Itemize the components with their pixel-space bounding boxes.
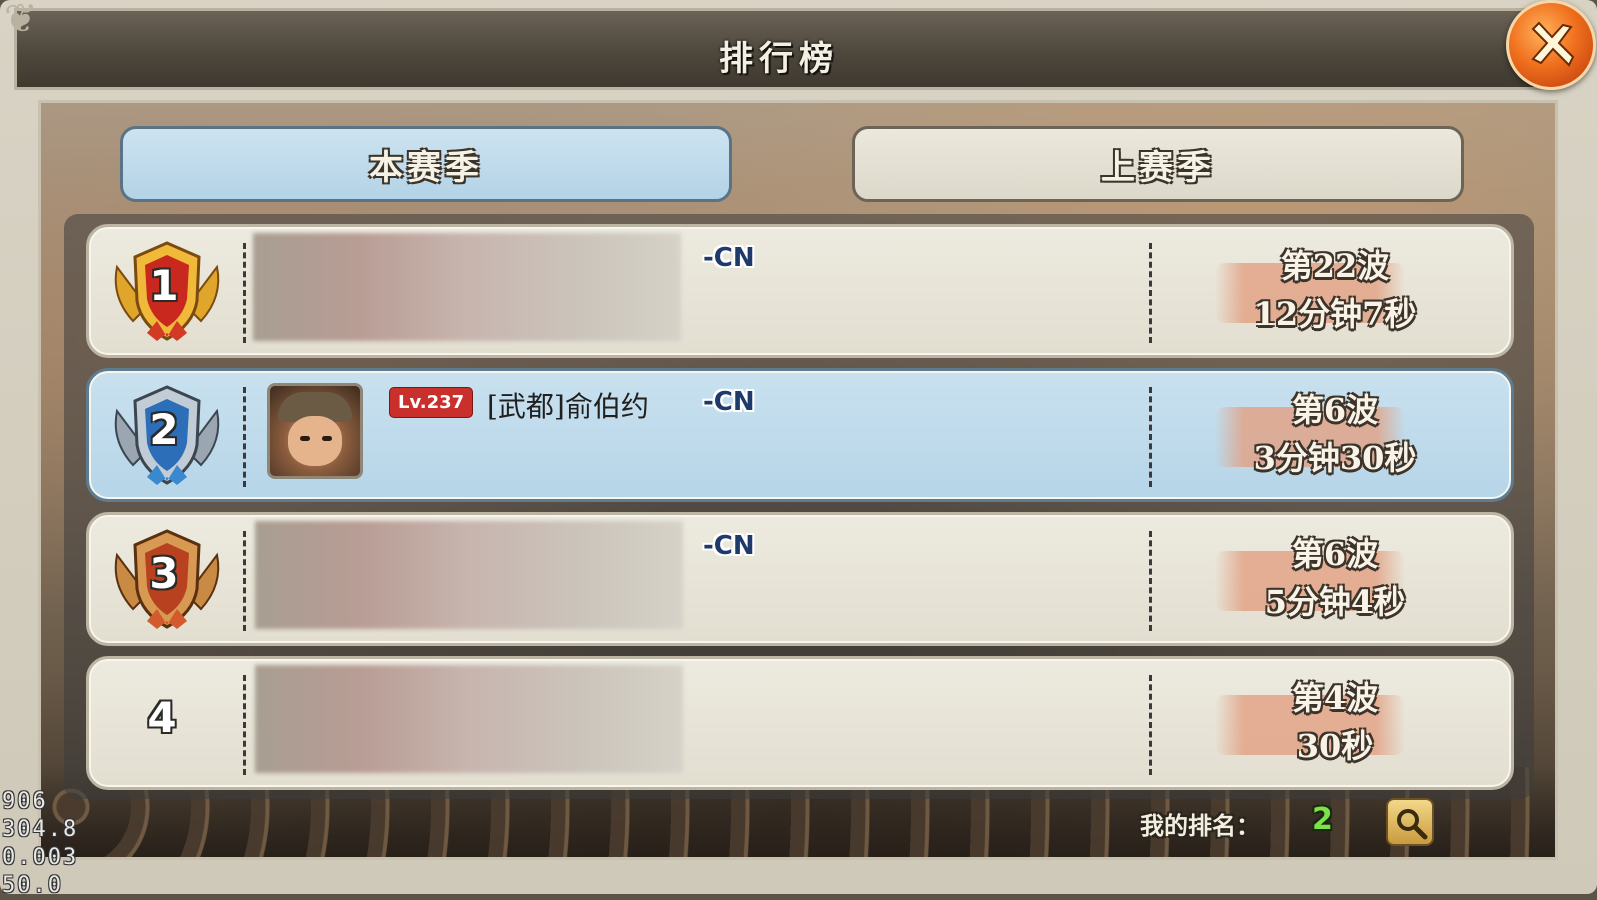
close-button[interactable] [1506, 0, 1596, 90]
wave-count: 第6波 [1291, 391, 1379, 429]
search-button[interactable] [1386, 798, 1434, 846]
debug-line: 304.8 [2, 817, 79, 842]
blurred-player-info [255, 521, 683, 629]
clear-time: 12分钟7秒 [1253, 295, 1417, 333]
blurred-player-info [255, 665, 683, 773]
divider [1149, 675, 1152, 775]
clear-time: 5分钟4秒 [1264, 583, 1406, 621]
ranking-row-3[interactable]: 3 -CN 第6波 5分钟4秒 [86, 512, 1514, 646]
divider [243, 531, 246, 631]
player-name: [武都]俞伯约 [487, 390, 649, 423]
divider [1149, 387, 1152, 487]
search-icon [1397, 809, 1428, 840]
divider [1149, 243, 1152, 343]
server-tag: -CN [703, 531, 755, 561]
debug-overlay: 906 304.8 0.003 50.0 [2, 788, 112, 900]
ranking-row-1[interactable]: 1 -CN 第22波 12分钟7秒 [86, 224, 1514, 358]
wave-count: 第22波 [1280, 247, 1390, 285]
title-bar: 排行榜 [14, 8, 1544, 90]
level-badge: Lv.237 [389, 387, 474, 418]
my-rank-label: 我的排名： [1140, 812, 1260, 840]
tab-previous-season[interactable]: 上赛季 [852, 126, 1464, 202]
debug-line: 0.003 [2, 845, 79, 870]
player-avatar[interactable] [267, 383, 363, 479]
divider [243, 387, 246, 487]
debug-line: 50.0 [2, 873, 63, 898]
rank-number: 1 [149, 261, 179, 310]
divider [1149, 531, 1152, 631]
clear-time: 3分钟30秒 [1253, 439, 1417, 477]
ranking-row-2[interactable]: 2 Lv.237 [武都]俞伯约 -CN 第6波 3分钟30秒 [86, 368, 1514, 502]
divider [243, 243, 246, 343]
corner-ornament-icon: ❦ [4, 0, 38, 42]
window-title: 排行榜 [719, 39, 839, 79]
blurred-player-info [253, 233, 681, 341]
wave-count: 第6波 [1291, 535, 1379, 573]
rank-number: 2 [149, 405, 179, 454]
leaderboard-window: 排行榜 ❦ 本赛季 上赛季 1 -CN 第22波 12分钟7秒 2 Lv.237… [0, 0, 1597, 898]
rank-number: 3 [149, 549, 179, 598]
close-icon [1531, 21, 1575, 67]
rank-number: 4 [147, 693, 177, 742]
my-rank-value: 2 [1312, 802, 1333, 837]
wave-count: 第4波 [1291, 679, 1379, 717]
clear-time: 30秒 [1296, 727, 1374, 765]
ranking-row-4[interactable]: 4 第4波 30秒 [86, 656, 1514, 790]
server-tag: -CN [703, 387, 755, 417]
debug-line: 906 [2, 789, 48, 814]
tab-current-season[interactable]: 本赛季 [120, 126, 732, 202]
server-tag: -CN [703, 243, 755, 273]
divider [243, 675, 246, 775]
